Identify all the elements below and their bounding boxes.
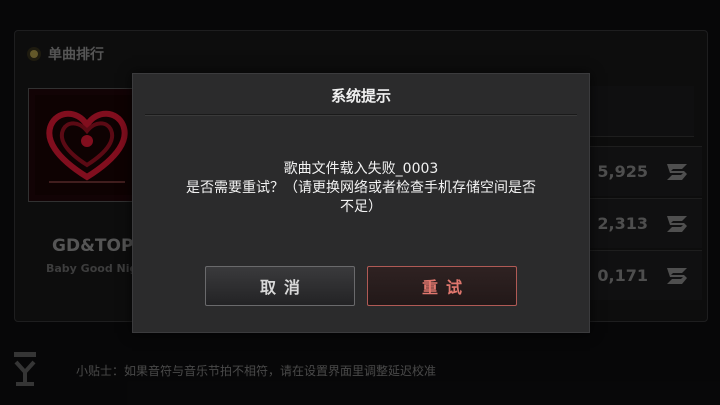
system-dialog: 系统提示 歌曲文件载入失败_0003 是否需要重试？（请更换网络或者检查手机存储… [132,73,590,333]
dialog-title: 系统提示 [330,87,391,105]
retry-button[interactable]: 重试 [367,266,517,306]
message-line: 歌曲文件载入失败_0003 [283,161,439,177]
dialog-divider [145,114,577,115]
message-line: 是否需要重试？（请更换网络或者检查手机存储空间是否 [186,180,536,196]
dialog-message: 歌曲文件载入失败_0003 是否需要重试？（请更换网络或者检查手机存储空间是否 … [163,160,559,217]
message-line: 不足） [340,199,382,215]
cancel-button[interactable]: 取消 [205,266,355,306]
